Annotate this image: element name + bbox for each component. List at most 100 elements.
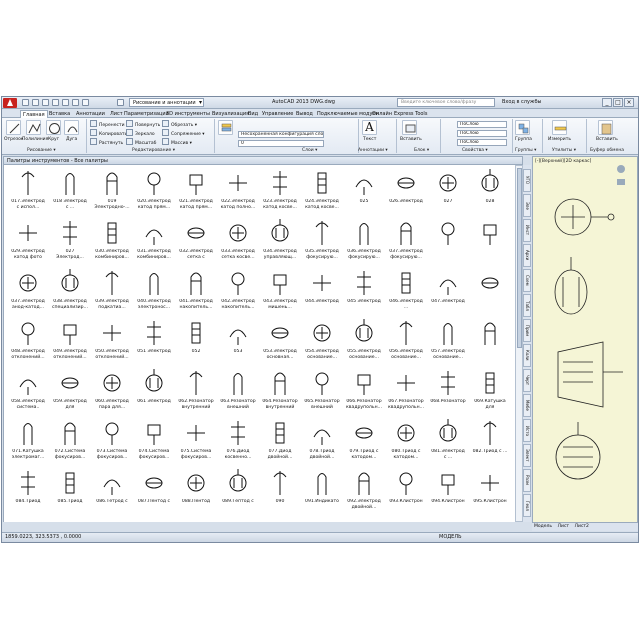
palette-tool[interactable]: 027 bbox=[430, 167, 466, 223]
open-icon[interactable] bbox=[32, 99, 39, 106]
new-icon[interactable] bbox=[22, 99, 29, 106]
palette-tool[interactable]: 035.Электрод фокусирую... bbox=[304, 217, 340, 273]
palette-tool[interactable]: 088.Пентод bbox=[178, 467, 214, 522]
palette-tool[interactable]: 057.Электрод основание... bbox=[430, 317, 466, 373]
palette-tool[interactable]: 033.Электрод сетка косве... bbox=[220, 217, 256, 273]
group-icon[interactable] bbox=[515, 120, 530, 135]
annotation-panel-title[interactable]: Аннотации ▾ bbox=[358, 148, 388, 154]
rotate-button[interactable]: Повернуть bbox=[126, 120, 160, 128]
palette-tool[interactable]: 052 bbox=[178, 317, 214, 373]
tab-insert[interactable]: Вставка bbox=[47, 110, 72, 118]
palette-side-tab[interactable]: Табл bbox=[523, 294, 531, 317]
palette-tool[interactable]: 086.Тетрод с bbox=[94, 467, 130, 522]
mirror-button[interactable]: Зеркало bbox=[126, 129, 155, 137]
scrollbar-thumb[interactable] bbox=[517, 168, 522, 348]
palette-tool[interactable]: 053 bbox=[220, 317, 256, 373]
palette-tool[interactable]: 051 Электрод bbox=[136, 317, 172, 373]
tab-home[interactable]: Главная bbox=[20, 110, 48, 118]
block-panel-title[interactable]: Блок ▾ bbox=[414, 148, 429, 154]
palette-side-tab[interactable]: Геол bbox=[523, 494, 531, 517]
palette-tool[interactable]: 032.Электрод сетка с испол... bbox=[178, 217, 214, 273]
palette-tool[interactable]: 043.Электрод мишень... bbox=[262, 267, 298, 323]
array-button[interactable]: Массив ▾ bbox=[162, 138, 192, 146]
redo-icon[interactable] bbox=[82, 99, 89, 106]
layer-select[interactable]: 0 bbox=[238, 140, 324, 147]
palette-tool[interactable]: 026.Электрод bbox=[388, 167, 424, 223]
palette-tool[interactable]: 030.Электрод комбиниров... bbox=[94, 217, 130, 273]
palette-tool[interactable]: 056.Электрод основание... bbox=[388, 317, 424, 373]
lineweight-select[interactable]: ПоСлою bbox=[457, 130, 507, 137]
palette-tool[interactable]: 060.Электрод пара для... bbox=[94, 367, 130, 423]
workspace-select[interactable]: Рисование и аннотации bbox=[129, 98, 204, 107]
palette-tool[interactable]: 072.Система фокусиров... bbox=[52, 417, 88, 473]
palette-side-tab[interactable]: Эле bbox=[523, 194, 531, 217]
palette-side-tab[interactable]: Разм bbox=[523, 469, 531, 492]
palette-tool[interactable]: 059.Электрод для электрон... bbox=[52, 367, 88, 423]
palette-tool[interactable]: 047.Электрод bbox=[430, 267, 466, 323]
palette-tool[interactable]: 092.Электрод двойной... bbox=[346, 467, 382, 522]
palette-tool[interactable]: 023.Электрод катод косве... bbox=[262, 167, 298, 223]
palette-tool[interactable]: 034.Электрод управляющ... bbox=[262, 217, 298, 273]
fillet-button[interactable]: Сопряжение ▾ bbox=[162, 129, 205, 137]
palette-tool[interactable]: 095.Клистрон bbox=[472, 467, 508, 522]
palette-tool[interactable]: 093.Клистрон bbox=[388, 467, 424, 522]
palette-tool[interactable] bbox=[472, 217, 508, 273]
palette-tool[interactable]: 021.Электрод катод прям... bbox=[178, 167, 214, 223]
palette-side-tab[interactable]: Архи bbox=[523, 244, 531, 267]
tab-view[interactable]: Вид bbox=[246, 110, 260, 118]
palette-tool[interactable]: 065.Резонатор внешний bbox=[304, 367, 340, 423]
palette-tool[interactable]: 089.Гептод с bbox=[220, 467, 256, 522]
print-icon[interactable] bbox=[62, 99, 69, 106]
palette-side-tab[interactable]: Черт bbox=[523, 369, 531, 392]
settings-icon[interactable] bbox=[117, 99, 124, 106]
palette-tool[interactable]: 044.Электрод bbox=[304, 267, 340, 323]
palette-tool[interactable] bbox=[472, 267, 508, 323]
palette-tool[interactable]: 049.Электрод отклонений... bbox=[52, 317, 88, 373]
palette-tool[interactable]: 036.Электрод фокусирую... bbox=[346, 217, 382, 273]
palette-tool[interactable]: 040.Электрод электронос... bbox=[136, 267, 172, 323]
palette-tool[interactable]: 019 Электродно-... bbox=[94, 167, 130, 223]
search-input[interactable]: Введите ключевое слово/фразу bbox=[397, 98, 495, 107]
tab-model[interactable]: Модель bbox=[532, 523, 554, 531]
palette-tool[interactable]: 081.Электрод с ... bbox=[430, 417, 466, 473]
utilities-panel-title[interactable]: Утилиты ▾ bbox=[552, 148, 576, 154]
color-select[interactable]: ПоСлою bbox=[457, 121, 507, 128]
palette-tool[interactable]: 017.Электрод с испол... bbox=[10, 167, 46, 223]
layer-state-select[interactable]: Несохраненная конфигурация сло bbox=[238, 131, 324, 138]
paste-icon[interactable] bbox=[598, 120, 613, 135]
tab-3d-tools[interactable]: 3D инструменты bbox=[164, 110, 212, 118]
palette-tool[interactable]: 024.Электрод катод косве... bbox=[304, 167, 340, 223]
tool-palette-title[interactable]: Палитры инструментов - Все палитры bbox=[3, 156, 523, 165]
palette-side-tab[interactable]: УГО bbox=[523, 169, 531, 192]
palette-tool[interactable]: 082.Триод с ... bbox=[472, 417, 508, 473]
tab-sheet1[interactable]: Лист bbox=[556, 523, 571, 531]
palette-tool[interactable]: 053.Электрод основная... bbox=[262, 317, 298, 373]
palette-tool[interactable]: 027 Электрод... bbox=[52, 217, 88, 273]
palette-tool[interactable]: 050.Электрод отклонений... bbox=[94, 317, 130, 373]
palette-tool[interactable]: 020.Электрод катод прям... bbox=[136, 167, 172, 223]
palette-tool[interactable]: 028 bbox=[472, 167, 508, 223]
tab-output[interactable]: Вывод bbox=[294, 110, 315, 118]
palette-tool[interactable]: 037.Электрод фокусирую... bbox=[388, 217, 424, 273]
line-tool-icon[interactable] bbox=[6, 120, 21, 135]
palette-tool[interactable]: 037.Электрод анод-катод... bbox=[10, 267, 46, 323]
palette-scrollbar[interactable] bbox=[515, 165, 523, 522]
measure-icon[interactable] bbox=[552, 120, 567, 135]
groups-panel-title[interactable]: Группы ▾ bbox=[515, 148, 536, 154]
scale-button[interactable]: Масштаб bbox=[126, 138, 156, 146]
palette-tool[interactable]: 066.Резонатор квадрупольн... bbox=[346, 367, 382, 423]
palette-tool[interactable]: 062.Резонатор внутренний bbox=[178, 367, 214, 423]
palette-side-tab[interactable]: Элект bbox=[523, 444, 531, 467]
drawing-area[interactable]: [-][Верхний][2D каркас] bbox=[532, 156, 638, 523]
palette-tool[interactable]: 084.Триод bbox=[10, 467, 46, 522]
palette-tool[interactable]: 067.Резонатор квадрупольн... bbox=[388, 367, 424, 423]
polyline-tool-icon[interactable] bbox=[26, 120, 41, 135]
palette-tool[interactable]: 077.Диод двойной... bbox=[262, 417, 298, 473]
palette-side-tab[interactable]: Мебе bbox=[523, 394, 531, 417]
close-button[interactable]: × bbox=[624, 98, 634, 107]
draw-panel-title[interactable]: Рисование ▾ bbox=[27, 148, 56, 154]
stretch-button[interactable]: Растянуть bbox=[90, 138, 123, 146]
palette-tool[interactable]: 074.Система фокусиров... bbox=[136, 417, 172, 473]
palette-tool[interactable]: 090 bbox=[262, 467, 298, 522]
circle-tool-icon[interactable] bbox=[46, 120, 61, 135]
